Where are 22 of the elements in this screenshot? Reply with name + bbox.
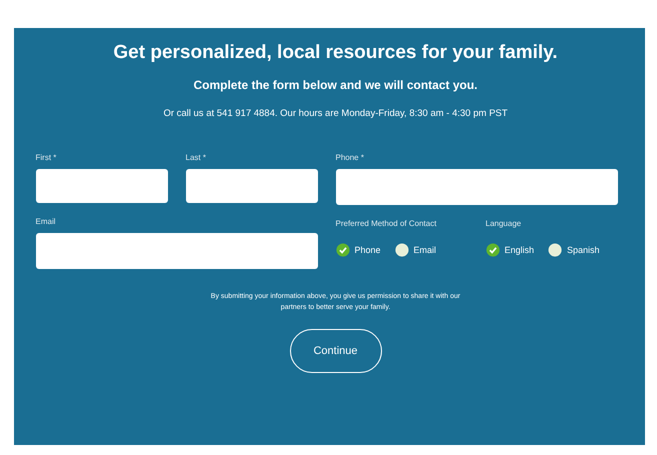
subheading: Complete the form below and we will contact you. [193, 78, 478, 92]
radio-icon[interactable] [548, 243, 562, 257]
group-label: Language [486, 219, 522, 228]
checked-radio-icon[interactable] [486, 243, 500, 257]
option-label: Spanish [567, 245, 600, 255]
input-field[interactable] [336, 169, 618, 205]
field-label: Last * [186, 153, 206, 162]
input-field[interactable] [36, 169, 168, 203]
group-label: Preferred Method of Contact [336, 219, 436, 228]
field-label: First * [36, 153, 56, 162]
field-label: Phone * [336, 153, 364, 162]
continue-button[interactable]: Continue [290, 329, 382, 374]
radio-icon[interactable] [394, 243, 409, 257]
input-field[interactable] [186, 169, 318, 203]
option-label: English [504, 245, 534, 255]
heading: Get personalized, local resources for your family. [113, 42, 558, 64]
input-field[interactable] [36, 233, 318, 269]
field-label: Email [36, 217, 56, 226]
option-label: Phone [354, 245, 381, 255]
checked-radio-icon[interactable] [336, 243, 350, 257]
contact-info: Or call us at 541 917 4884. Our hours are Monday-Friday, 8:30 am - 4:30 pm PST [163, 108, 508, 119]
option-label: Email [414, 245, 436, 255]
